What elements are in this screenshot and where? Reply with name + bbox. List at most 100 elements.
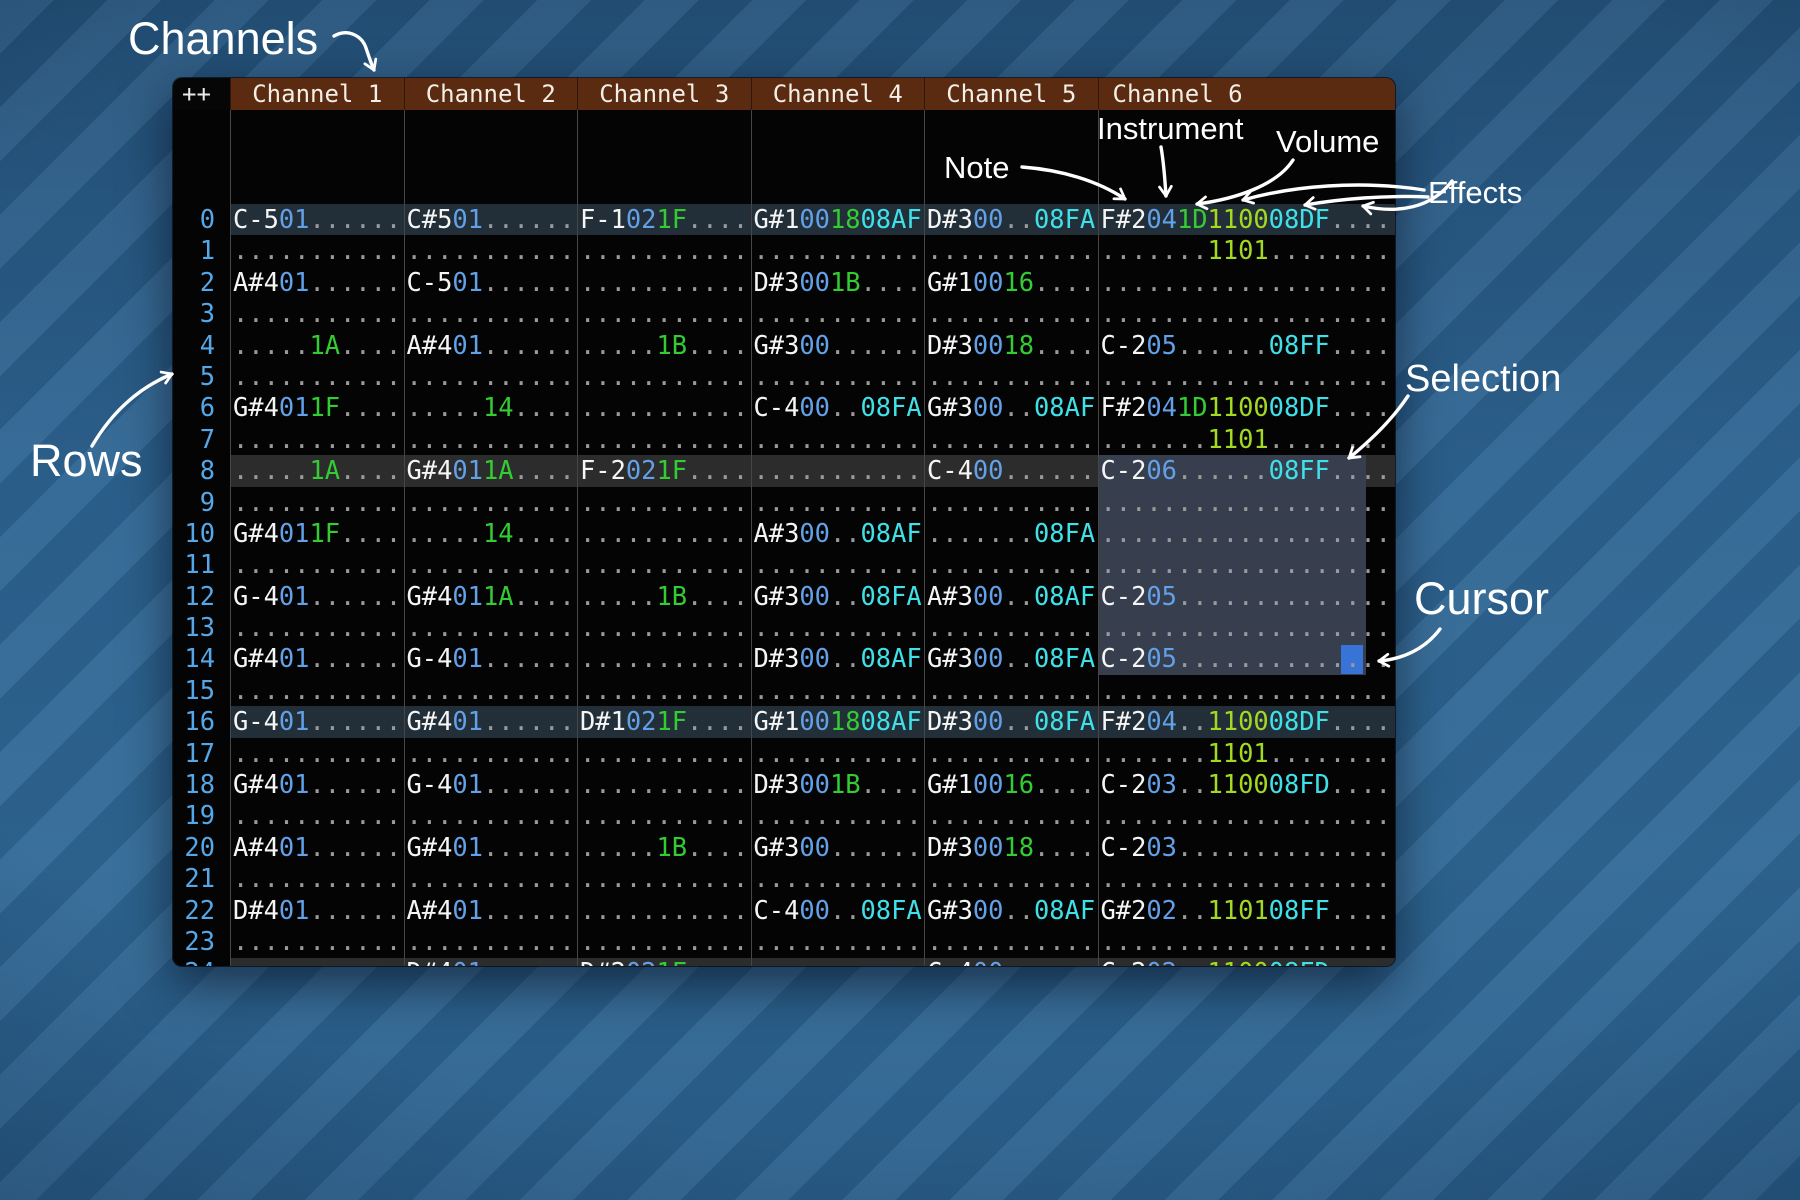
pattern-cell-ch1[interactable]: ........... [230,424,404,455]
pattern-cell-ch4[interactable]: ........... [751,298,925,329]
pattern-cell-ch2[interactable]: .....14.... [404,392,578,423]
pattern-cell-ch2[interactable]: C-501...... [404,267,578,298]
pattern-cell-ch2[interactable]: ........... [404,926,578,957]
pattern-cell-ch2[interactable]: ........... [404,800,578,831]
pattern-cell-ch3[interactable]: ........... [577,926,751,957]
pattern-cell-ch1[interactable]: A#401...... [230,832,404,863]
pattern-cell-ch2[interactable]: G-401...... [404,769,578,800]
pattern-cell-ch5[interactable]: C-400...... [924,455,1098,486]
pattern-cell-ch4[interactable]: ........... [751,424,925,455]
pattern-cell-ch2[interactable]: ........... [404,675,578,706]
pattern-cell-ch3[interactable]: ........... [577,738,751,769]
pattern-cell-ch4[interactable]: A#300..08AF [751,518,925,549]
pattern-cell-ch4[interactable]: ........... [751,549,925,580]
pattern-cell-ch1[interactable]: G-401...... [230,706,404,737]
pattern-cell-ch5[interactable]: D#30018.... [924,832,1098,863]
pattern-cell-ch6[interactable]: ................... [1098,487,1396,518]
pattern-cell-ch1[interactable]: G#401...... [230,643,404,674]
pattern-cell-ch3[interactable]: ........... [577,235,751,266]
pattern-cell-ch3[interactable]: ........... [577,549,751,580]
pattern-cell-ch2[interactable]: ........... [404,487,578,518]
pattern-cell-ch6[interactable]: G#202..110108FF.... [1098,895,1396,926]
pattern-cell-ch1[interactable]: ........... [230,298,404,329]
pattern-cell-ch3[interactable]: ........... [577,518,751,549]
pattern-cell-ch4[interactable]: ........... [751,455,925,486]
pattern-cell-ch6[interactable]: C-202..110008FD.... [1098,957,1396,966]
pattern-cell-ch3[interactable]: D#2021F.... [577,957,751,966]
pattern-cell-ch4[interactable]: ........... [751,800,925,831]
pattern-cell-ch5[interactable]: D#300..08FA [924,706,1098,737]
pattern-cell-ch1[interactable]: G#4011F.... [230,392,404,423]
pattern-cell-ch5[interactable]: G#300..08AF [924,895,1098,926]
pattern-cell-ch4[interactable]: D#300..08AF [751,643,925,674]
pattern-cell-ch6[interactable]: C-205......08FF.... [1098,330,1396,361]
pattern-cell-ch5[interactable]: G#300..08AF [924,392,1098,423]
pattern-cell-ch5[interactable]: D#300..08FA [924,204,1098,235]
pattern-cell-ch4[interactable]: ........... [751,957,925,966]
pattern-cell-ch3[interactable]: ........... [577,675,751,706]
pattern-cell-ch2[interactable]: A#401...... [404,330,578,361]
pattern-cell-ch3[interactable]: F-2021F.... [577,455,751,486]
pattern-cell-ch3[interactable]: ........... [577,769,751,800]
pattern-cell-ch3[interactable]: ........... [577,267,751,298]
pattern-cell-ch1[interactable]: ........... [230,863,404,894]
pattern-cell-ch6[interactable]: .......1101........ [1098,738,1396,769]
pattern-cell-ch5[interactable]: G#10016.... [924,267,1098,298]
pattern-cell-ch5[interactable]: ........... [924,800,1098,831]
pattern-cell-ch1[interactable]: ........... [230,957,404,966]
pattern-cell-ch1[interactable]: G#4011F.... [230,518,404,549]
channel-header-3[interactable]: Channel 3 [577,78,751,110]
pattern-cell-ch4[interactable]: D#3001B.... [751,267,925,298]
pattern-cell-ch1[interactable]: A#401...... [230,267,404,298]
pattern-cell-ch3[interactable]: .....1B.... [577,581,751,612]
channel-header-1[interactable]: Channel 1 [230,78,404,110]
pattern-cell-ch4[interactable]: ........... [751,361,925,392]
pattern-cell-ch1[interactable]: G#401...... [230,769,404,800]
pattern-cell-ch1[interactable]: ........... [230,487,404,518]
pattern-cell-ch3[interactable]: ........... [577,612,751,643]
pattern-cell-ch3[interactable]: ........... [577,643,751,674]
pattern-cell-ch2[interactable]: G#401...... [404,706,578,737]
pattern-cell-ch2[interactable]: ........... [404,612,578,643]
channel-header-4[interactable]: Channel 4 [751,78,925,110]
pattern-cell-ch4[interactable]: ........... [751,675,925,706]
pattern-cell-ch4[interactable]: ........... [751,738,925,769]
pattern-cell-ch4[interactable]: C-400..08FA [751,895,925,926]
pattern-cell-ch2[interactable]: D#401...... [404,957,578,966]
pattern-cell-ch4[interactable]: C-400..08FA [751,392,925,423]
pattern-cell-ch1[interactable]: ........... [230,926,404,957]
pattern-cell-ch5[interactable]: ........... [924,487,1098,518]
pattern-cell-ch6[interactable]: ................... [1098,675,1396,706]
pattern-cell-ch1[interactable]: ........... [230,675,404,706]
pattern-cell-ch2[interactable]: ........... [404,361,578,392]
pattern-cell-ch4[interactable]: ........... [751,612,925,643]
pattern-cell-ch3[interactable]: ........... [577,895,751,926]
pattern-cell-ch6[interactable]: F#2041D110008DF.... [1098,392,1396,423]
pattern-cell-ch6[interactable]: .......1101........ [1098,424,1396,455]
pattern-cell-ch6[interactable]: C-203.............. [1098,832,1396,863]
pattern-cell-ch6[interactable]: .......1101........ [1098,235,1396,266]
pattern-cell-ch6[interactable]: ................... [1098,361,1396,392]
pattern-cell-ch4[interactable]: D#3001B.... [751,769,925,800]
channel-header-2[interactable]: Channel 2 [404,78,578,110]
pattern-cell-ch5[interactable]: D#30018.... [924,330,1098,361]
pattern-cell-ch1[interactable]: ........... [230,612,404,643]
pattern-cell-ch3[interactable]: D#1021F.... [577,706,751,737]
pattern-cell-ch4[interactable]: G#300...... [751,330,925,361]
pattern-cell-ch1[interactable]: G-401...... [230,581,404,612]
pattern-cell-ch4[interactable]: ........... [751,235,925,266]
pattern-cell-ch5[interactable]: G#300..08FA [924,643,1098,674]
pattern-cell-ch3[interactable]: ........... [577,800,751,831]
pattern-cell-ch6[interactable]: ................... [1098,267,1396,298]
pattern-cell-ch2[interactable]: G#4011A.... [404,581,578,612]
pattern-cell-ch1[interactable]: ........... [230,361,404,392]
pattern-cell-ch5[interactable]: ........... [924,612,1098,643]
pattern-cell-ch1[interactable]: ........... [230,738,404,769]
pattern-cell-ch1[interactable]: ........... [230,800,404,831]
pattern-cell-ch1[interactable]: ........... [230,549,404,580]
pattern-cell-ch3[interactable]: .....1B.... [577,832,751,863]
channel-header-5[interactable]: Channel 5 [924,78,1098,110]
pattern-cell-ch6[interactable]: ................... [1098,549,1396,580]
pattern-cell-ch2[interactable]: G-401...... [404,643,578,674]
pattern-cell-ch6[interactable]: ................... [1098,298,1396,329]
